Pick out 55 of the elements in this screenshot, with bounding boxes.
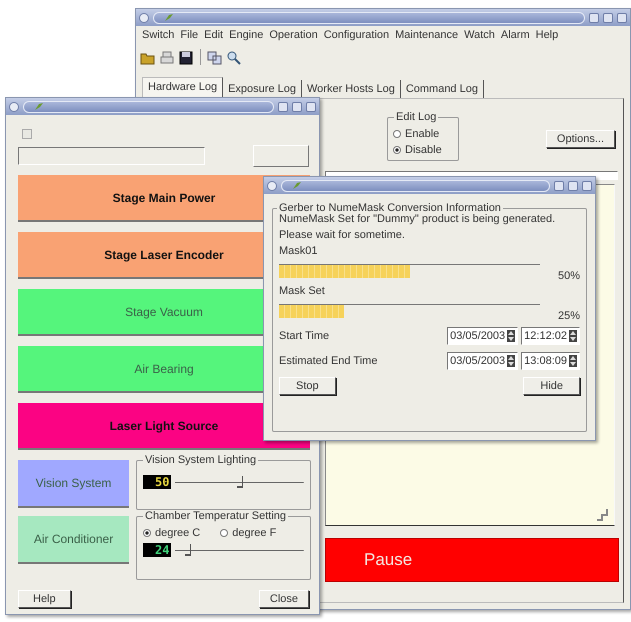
window-menu-icon[interactable] [139, 12, 149, 22]
menu-item[interactable]: Operation [269, 29, 318, 43]
group-title: Gerber to NumeMask Conversion Information [277, 202, 503, 214]
maximize-button[interactable] [603, 12, 613, 22]
close-button[interactable] [617, 12, 627, 22]
app-icon [164, 13, 174, 22]
menu-item[interactable]: Alarm [500, 29, 530, 43]
window-menu-icon[interactable] [267, 180, 277, 190]
resize-grip-icon[interactable] [596, 507, 610, 521]
close-button[interactable] [582, 180, 592, 190]
window-menu-icon[interactable] [9, 102, 19, 112]
close-button[interactable]: Close [258, 590, 309, 608]
date-spinner[interactable]: 03/05/2003 [447, 352, 518, 370]
menu-item[interactable]: Engine [229, 29, 264, 43]
menu-item[interactable]: Watch [464, 29, 495, 43]
menu-item[interactable]: Maintenance [395, 29, 458, 43]
checkbox[interactable] [22, 129, 32, 139]
group-title: Edit Log [394, 111, 438, 123]
digital-display: 24 [143, 543, 172, 557]
menu-item[interactable]: File [180, 29, 198, 43]
hide-button[interactable]: Hide [523, 377, 580, 395]
minimize-button[interactable] [278, 102, 288, 112]
radio-button[interactable]: degree F [220, 527, 276, 539]
stop-button[interactable]: Stop [279, 377, 336, 395]
text-field[interactable] [18, 147, 206, 165]
maximize-button[interactable] [568, 180, 578, 190]
search-icon[interactable] [226, 50, 242, 64]
tab[interactable]: Hardware Log [142, 77, 224, 98]
minimize-button[interactable] [554, 180, 564, 190]
printer-icon[interactable] [159, 50, 175, 64]
time-spinner[interactable]: 13:08:09 [521, 352, 580, 370]
menu-item[interactable]: Switch [142, 29, 174, 43]
digital-display: 50 [143, 475, 172, 489]
menu-item[interactable]: Configuration [324, 29, 390, 43]
time-spinner[interactable]: 12:12:02 [521, 327, 580, 345]
group-title: Vision System Lighting [143, 454, 258, 466]
percent-text: 50% [556, 270, 580, 282]
tab[interactable]: Command Log [400, 80, 484, 98]
app-icon [292, 181, 302, 190]
radio-button[interactable]: Enable [393, 128, 453, 140]
options-button[interactable]: Options... [546, 130, 615, 148]
menu-item[interactable]: Help [536, 29, 558, 43]
menu-item[interactable]: Edit [204, 29, 224, 43]
date-spinner[interactable]: 03/05/2003 [447, 327, 518, 345]
save-icon[interactable] [178, 50, 194, 64]
app-icon [34, 102, 44, 111]
minimize-button[interactable] [589, 12, 599, 22]
radio-button[interactable]: degree C [143, 527, 200, 539]
percent-text: 25% [556, 310, 580, 322]
group-title: Chamber Temperatur Setting [143, 510, 288, 522]
radio-button[interactable]: Disable [393, 144, 453, 156]
maximize-button[interactable] [292, 102, 302, 112]
copy-icon[interactable] [207, 50, 223, 64]
help-button[interactable]: Help [18, 590, 71, 608]
close-button[interactable] [306, 102, 316, 112]
